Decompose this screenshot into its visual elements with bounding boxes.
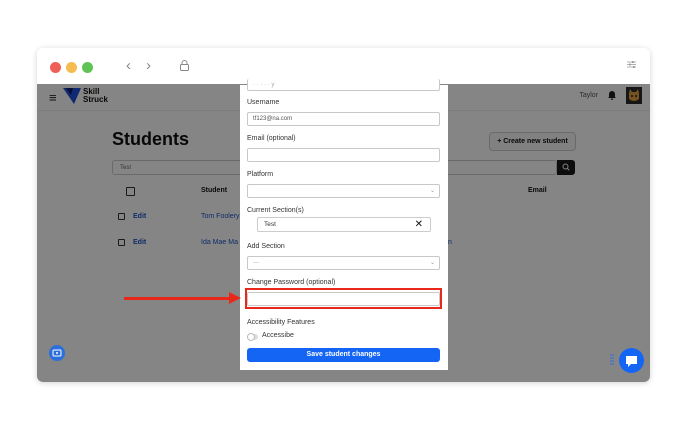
- chevron-down-icon: ⌄: [429, 260, 435, 266]
- chevron-down-icon: ⌄: [429, 188, 435, 194]
- close-icon[interactable]: ✕: [415, 218, 423, 231]
- accessibility-widget-button[interactable]: [49, 345, 65, 361]
- platform-label: Platform: [247, 171, 274, 178]
- email-field[interactable]: [247, 148, 440, 162]
- annotation-arrow: [124, 297, 231, 300]
- drag-handle-icon[interactable]: [610, 354, 614, 367]
- back-button[interactable]: ‹: [126, 57, 131, 74]
- add-section-select-value: ---: [253, 260, 259, 266]
- accessibe-label: Accessibe: [262, 332, 294, 339]
- add-section-select[interactable]: --- ⌄: [247, 256, 440, 270]
- accessibility-features-label: Accessibility Features: [247, 319, 315, 326]
- section-chip: Test ✕: [257, 217, 431, 232]
- close-window-button[interactable]: [50, 62, 61, 73]
- lock-icon: [180, 60, 189, 71]
- email-label: Email (optional): [247, 135, 296, 142]
- sliders-icon[interactable]: [627, 60, 636, 69]
- section-chip-label: Test: [264, 221, 276, 228]
- username-field[interactable]: tf123@na.com: [247, 112, 440, 126]
- chat-widget-button[interactable]: [619, 348, 644, 373]
- maximize-window-button[interactable]: [82, 62, 93, 73]
- edit-student-modal: · · · · · y Username tf123@na.com Email …: [240, 79, 448, 370]
- username-label: Username: [247, 99, 280, 106]
- chat-icon: [626, 356, 637, 367]
- forward-button[interactable]: ›: [146, 57, 151, 74]
- accessibe-toggle[interactable]: [247, 333, 258, 341]
- annotation-arrow-head: [229, 292, 241, 304]
- save-student-changes-button[interactable]: Save student changes: [247, 348, 440, 362]
- partial-top-field[interactable]: · · · · · y: [247, 79, 440, 91]
- accessibility-icon: [52, 349, 62, 357]
- add-section-label: Add Section: [247, 243, 285, 250]
- annotation-highlight-box: [245, 288, 442, 309]
- minimize-window-button[interactable]: [66, 62, 77, 73]
- change-password-label: Change Password (optional): [247, 279, 336, 286]
- platform-select[interactable]: ⌄: [247, 184, 440, 198]
- current-sections-label: Current Section(s): [247, 207, 304, 214]
